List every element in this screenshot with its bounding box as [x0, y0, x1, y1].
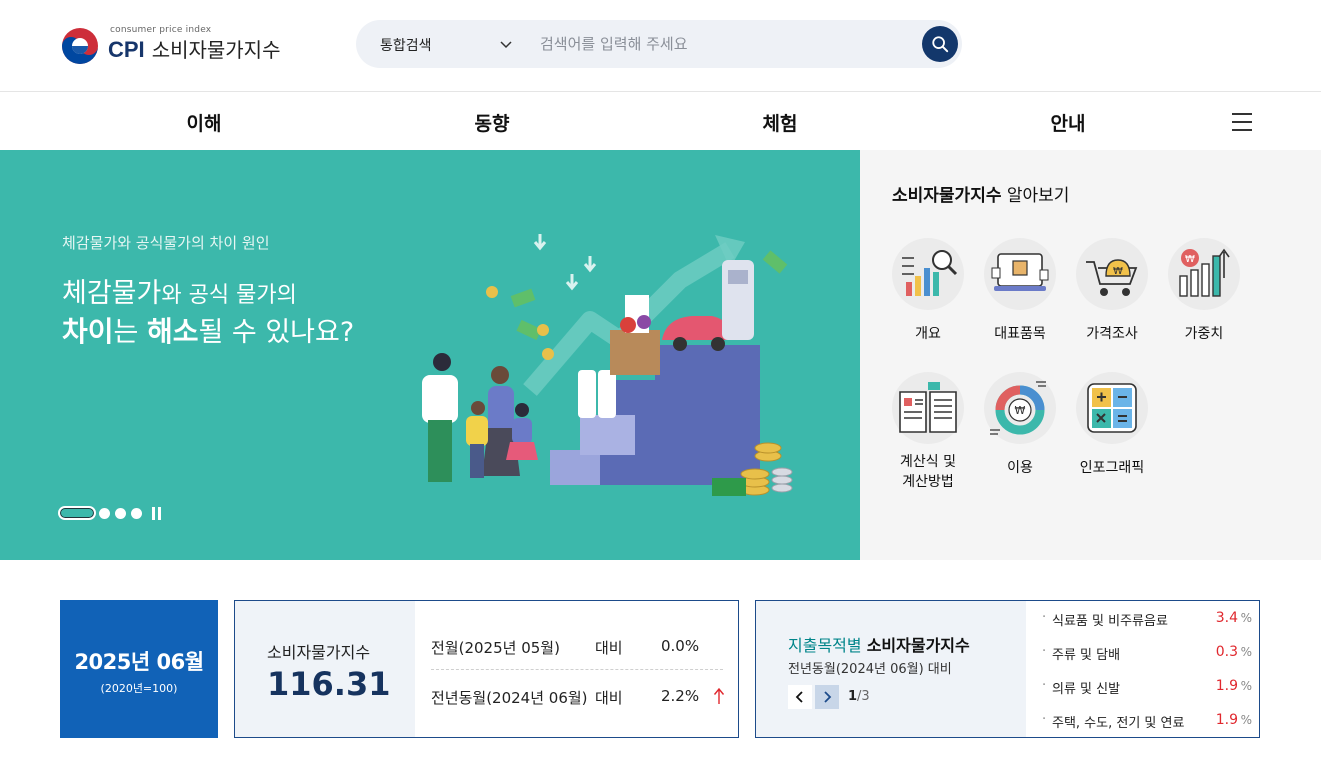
compare-label: 전년동월(2024년 06월) — [431, 689, 588, 707]
svg-text:₩: ₩ — [1015, 404, 1026, 417]
usage-donut-icon: ₩ — [990, 381, 1046, 435]
cpi-summary-box: 소비자물가지수 116.31 전월(2025년 05월) 대비 0.0% 전년동… — [234, 600, 739, 738]
search-icon — [932, 36, 949, 53]
guide-panel-title: 소비자물가지수 알아보기 — [892, 186, 1070, 206]
slide-indicator-active[interactable] — [58, 506, 96, 520]
guide-tile-infographic[interactable]: 인포그래픽 — [1066, 372, 1158, 478]
nav-item-experience[interactable]: 체험 — [763, 109, 798, 136]
svg-text:₩: ₩ — [1185, 254, 1195, 265]
compare-value: 0.0% — [661, 637, 700, 655]
guide-tile-label: 가중치 — [1184, 326, 1224, 342]
guide-tile-weight[interactable]: ₩ 가중치 — [1158, 238, 1250, 344]
cpi-value: 116.31 — [267, 665, 391, 703]
chevron-right-icon — [824, 691, 832, 703]
guide-tile-representative-items[interactable]: 대표품목 — [974, 238, 1066, 344]
korea-taegeuk-logo-icon — [62, 28, 98, 64]
stats-date-box: 2025년 06월 (2020년=100) — [60, 600, 218, 738]
nav-item-guide[interactable]: 안내 — [1051, 109, 1086, 136]
next-page-button[interactable] — [815, 685, 839, 709]
overview-chart-icon — [902, 250, 958, 296]
guide-tile-label: 가격조사 — [1086, 326, 1138, 342]
stats-date: 2025년 06월 — [74, 650, 204, 674]
hero-illustration — [422, 234, 793, 496]
list-item: · 주류 및 담배 0.3% — [1042, 644, 1252, 663]
expenditure-title: 지출목적별 소비자물가지수 — [788, 636, 970, 655]
cpi-guide-panel: 소비자물가지수 알아보기 개요 대표품목 ₩ 가격조사 ₩ 가중치 계산식 및 … — [860, 150, 1321, 560]
slide-indicator-dot[interactable] — [99, 508, 110, 519]
guide-tile-label: 대표품목 — [994, 326, 1046, 342]
guide-tile-overview[interactable]: 개요 — [882, 238, 974, 344]
cpi-label: 소비자물가지수 — [267, 643, 371, 662]
slide-indicator-dot[interactable] — [131, 508, 142, 519]
stats-base-year: (2020년=100) — [100, 682, 178, 695]
list-item: · 주택, 수도, 전기 및 연료 1.9% — [1042, 712, 1252, 731]
logo-title: CPI 소비자물가지수 — [108, 37, 281, 62]
pause-icon[interactable] — [152, 507, 162, 520]
guide-tile-calculation[interactable]: 계산식 및 계산방법 — [882, 372, 974, 492]
nav-item-understand[interactable]: 이해 — [187, 109, 222, 136]
compare-label: 전월(2025년 05월) — [431, 639, 560, 657]
expenditure-subtitle: 전년동월(2024년 06월) 대비 — [788, 662, 952, 677]
trend-up-arrow-icon — [713, 687, 725, 704]
guide-tile-label: 개요 — [915, 326, 941, 342]
infographic-calculator-icon — [1087, 383, 1137, 433]
guide-tile-price-survey[interactable]: ₩ 가격조사 — [1066, 238, 1158, 344]
menu-hamburger-icon[interactable] — [1230, 111, 1254, 133]
compare-divider — [431, 669, 723, 670]
search-button[interactable] — [922, 26, 958, 62]
main-nav: 이해 동향 체험 안내 — [0, 93, 1321, 150]
nav-item-trend[interactable]: 동향 — [475, 109, 510, 136]
weight-bar-chart-icon: ₩ — [1179, 248, 1230, 297]
search-bar: 통합검색 — [356, 20, 962, 68]
chevron-left-icon — [795, 691, 803, 703]
site-header: consumer price index CPI 소비자물가지수 통합검색 — [0, 0, 1321, 92]
hero-headline: 체감물가와 공식 물가의 차이는 해소될 수 있나요? — [62, 278, 355, 348]
hero-subtitle: 체감물가와 공식물가의 차이 원인 — [62, 234, 270, 252]
guide-tile-usage[interactable]: ₩ 이용 — [974, 372, 1066, 478]
expenditure-list: · 식료품 및 비주류음료 3.4% · 주류 및 담배 0.3% · 의류 및 신발… — [1042, 601, 1252, 737]
cpi-value-panel: 소비자물가지수 116.31 — [235, 601, 415, 737]
guide-tile-label: 인포그래픽 — [1079, 460, 1145, 476]
page-indicator: 1/3 — [848, 689, 870, 704]
chevron-down-icon[interactable] — [496, 34, 516, 54]
guide-tile-label: 계산식 및 계산방법 — [900, 454, 956, 490]
representative-items-icon — [991, 253, 1049, 291]
compare-word: 대비 — [595, 639, 623, 657]
expenditure-cpi-box: 지출목적별 소비자물가지수 전년동월(2024년 06월) 대비 1/3 · 식료… — [755, 600, 1260, 738]
search-input[interactable] — [540, 32, 910, 56]
calculation-book-icon — [899, 382, 957, 433]
compare-row-year: 전년동월(2024년 06월) 대비 2.2% — [431, 671, 725, 721]
expenditure-header-panel: 지출목적별 소비자물가지수 전년동월(2024년 06월) 대비 1/3 — [756, 601, 1026, 737]
compare-word: 대비 — [595, 689, 623, 707]
compare-row-month: 전월(2025년 05월) 대비 0.0% — [431, 621, 723, 671]
slide-indicator-dot[interactable] — [115, 508, 126, 519]
compare-value: 2.2% — [661, 687, 700, 705]
prev-page-button[interactable] — [788, 685, 812, 709]
site-logo[interactable]: consumer price index CPI 소비자물가지수 — [60, 22, 281, 66]
list-item: · 식료품 및 비주류음료 3.4% — [1042, 610, 1252, 629]
price-survey-cart-icon: ₩ — [1086, 259, 1138, 296]
search-scope-select[interactable]: 통합검색 — [380, 35, 432, 55]
list-item: · 의류 및 신발 1.9% — [1042, 678, 1252, 697]
hero-banner[interactable]: 체감물가와 공식물가의 차이 원인 체감물가와 공식 물가의 차이는 해소될 수… — [0, 150, 860, 560]
svg-text:₩: ₩ — [1113, 266, 1123, 277]
guide-tile-label: 이용 — [1007, 460, 1033, 476]
